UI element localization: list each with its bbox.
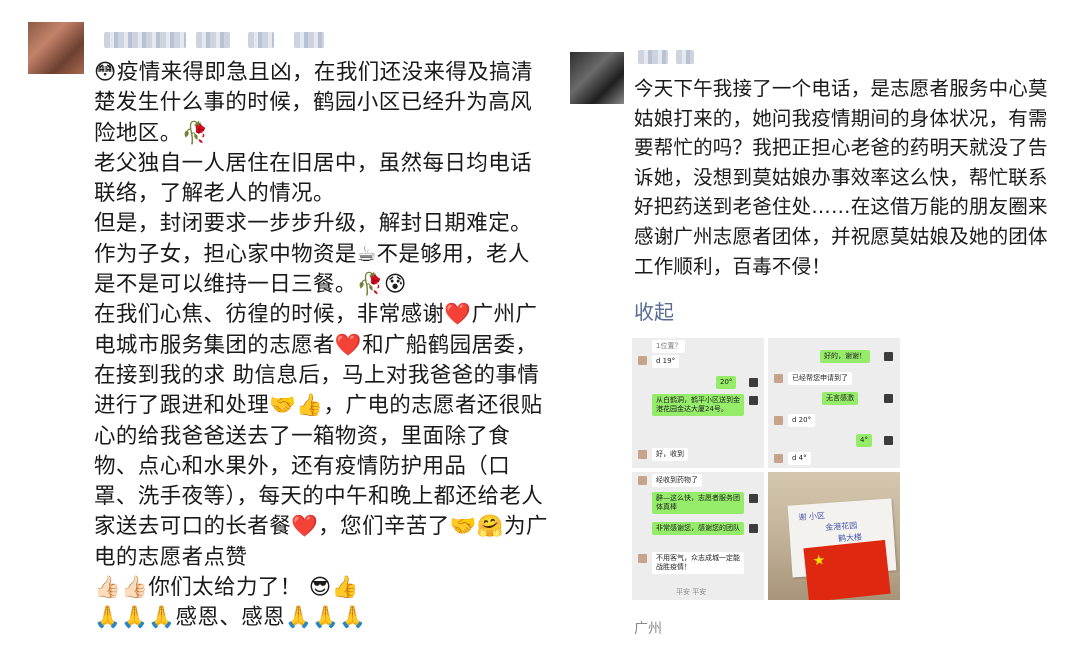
thumbs-up-light-icon: 👍🏻👍🏻: [94, 575, 149, 601]
chat-avatar: [749, 494, 758, 503]
chat-message: 从白鹤洞，鹤平小区送到金港花园金达大厦24号。: [652, 394, 744, 416]
star-icon: ★: [811, 552, 827, 570]
wilted-flower-icon: 🥀: [356, 272, 384, 298]
blurred-name-part: [248, 32, 274, 48]
chat-screenshot-image[interactable]: 好的，谢谢！ 已经帮您申请到了 无言感激 d 20° 4° d 4°: [768, 338, 900, 468]
chat-message: 已经帮您申请到了: [788, 372, 852, 385]
handwritten-note: 金港花园: [824, 520, 858, 533]
collapse-link[interactable]: 收起: [634, 296, 674, 325]
chat-avatar: [638, 450, 647, 459]
divider: [566, 0, 567, 667]
post-text: 😳疫情来得即急且凶，在我们还没来得及搞清楚发生什么事的时候，鹤园小区已经升为高风…: [94, 58, 550, 634]
hot-beverage-icon: ☕: [356, 241, 377, 267]
chat-screenshot-image[interactable]: 经收到药物了 辟—这么快，志愿者服务团体真棒 非常感谢您，感谢您的团队 不用客气…: [632, 472, 764, 600]
avatar[interactable]: [570, 52, 624, 104]
paragraph: 👍🏻👍🏻你们太给力了！ 😎👍: [94, 573, 550, 603]
chat-avatar: [638, 476, 647, 485]
chat-avatar: [884, 352, 893, 361]
chat-message: 1位置？: [652, 340, 686, 353]
avatar[interactable]: [28, 22, 84, 74]
text: 你们太给力了！: [148, 575, 302, 601]
chat-message: 非常感谢您，感谢您的团队: [652, 522, 744, 535]
flag-image: ★: [803, 539, 891, 600]
username-blurred[interactable]: [638, 50, 694, 64]
text: 作为子女，担心家中物资是: [94, 241, 357, 267]
thumbs-up-icon: 👍: [296, 393, 324, 419]
blurred-name-part: [294, 32, 324, 48]
heart-icon: ❤️: [334, 332, 363, 358]
chat-avatar: [749, 524, 758, 533]
paragraph: 老父独自一人居住在旧居中，虽然每日均电话联络，了解老人的情况。: [94, 150, 533, 207]
text: 在我们心焦、彷徨的时候，非常感谢: [94, 302, 445, 328]
chat-avatar: [774, 416, 783, 425]
chat-avatar: [884, 394, 893, 403]
post-text: 今天下午我接了一个电话，是志愿者服务中心莫姑娘打来的，她问我疫情期间的身体状况，…: [634, 77, 1048, 278]
chat-screenshot-image[interactable]: 1位置？ d 19° 20° 从白鹤洞，鹤平小区送到金港花园金达大厦24号。 好…: [632, 338, 764, 468]
chat-message: 平安 平安: [676, 588, 707, 596]
flushed-face-icon: 😳: [94, 60, 117, 85]
handshake-icon: 🤝: [269, 393, 297, 419]
chat-avatar: [774, 374, 783, 383]
blurred-name-part: [196, 32, 230, 48]
hugging-icon: 🤗: [476, 514, 505, 540]
sunglasses-icon: 😎: [308, 575, 332, 601]
chat-avatar: [638, 554, 647, 563]
handshake-icon: 🤝: [449, 514, 477, 540]
chat-message: 经收到药物了: [652, 474, 702, 487]
chat-message: 无言感激: [822, 392, 858, 405]
paragraph: 作为子女，担心家中物资是☕不是够用，老人是不是可以维持一日三餐。🥀😰: [94, 240, 550, 301]
prayer-icon: 🙏🙏🙏: [285, 605, 367, 631]
handwritten-note: 谢 小区: [798, 511, 826, 522]
chat-message: 不用客气，众志成城一定能战胜疫情！: [652, 552, 744, 574]
chat-message: d 4°: [788, 452, 811, 465]
chat-message: 20°: [716, 376, 737, 389]
chat-message: 辟—这么快，志愿者服务团体真棒: [652, 492, 744, 514]
blurred-name-part: [638, 50, 668, 64]
text: 感恩、感恩: [175, 605, 286, 631]
chat-avatar: [638, 356, 647, 365]
chat-message: d 19°: [652, 355, 680, 368]
paragraph: 在我们心焦、彷徨的时候，非常感谢❤️广州广电城市服务集团的志愿者❤️和广船鹤园居…: [94, 300, 550, 573]
paragraph: 😳疫情来得即急且凶，在我们还没来得及搞清楚发生什么事的时候，鹤园小区已经升为高风…: [94, 58, 550, 149]
prayer-icon: 🙏🙏🙏: [94, 605, 176, 631]
chat-avatar: [884, 436, 893, 445]
text: 疫情来得即急且凶，在我们还没来得及搞清楚发生什么事的时候，鹤园小区已经升为高风险…: [94, 60, 533, 146]
chat-message: d 20°: [788, 414, 816, 427]
paragraph: 🙏🙏🙏感恩、感恩🙏🙏🙏: [94, 603, 550, 633]
text: ，您们辛苦了: [318, 514, 450, 540]
chat-avatar: [749, 396, 758, 405]
chat-avatar: [774, 454, 783, 463]
heart-icon: ❤️: [291, 514, 319, 540]
chat-message: 4°: [856, 434, 872, 447]
chat-avatar: [749, 378, 758, 387]
chat-message: 好，收到: [652, 448, 688, 461]
photo-image[interactable]: 谢 小区 金港花园 鹤大楼 ★: [768, 472, 900, 600]
chat-message: 好的，谢谢！: [820, 350, 870, 363]
heart-icon: ❤️: [444, 302, 472, 328]
wilted-flower-icon: 🥀: [181, 120, 209, 146]
thumbs-up-icon: 👍: [331, 575, 359, 601]
blurred-name-part: [104, 32, 186, 48]
blurred-name-part: [676, 50, 694, 64]
location-label[interactable]: 广州: [634, 618, 662, 638]
paragraph: 但是，封闭要求一步步升级，解封日期难定。: [94, 211, 533, 237]
cold-sweat-icon: 😰: [383, 272, 407, 298]
username-blurred[interactable]: [104, 30, 324, 50]
